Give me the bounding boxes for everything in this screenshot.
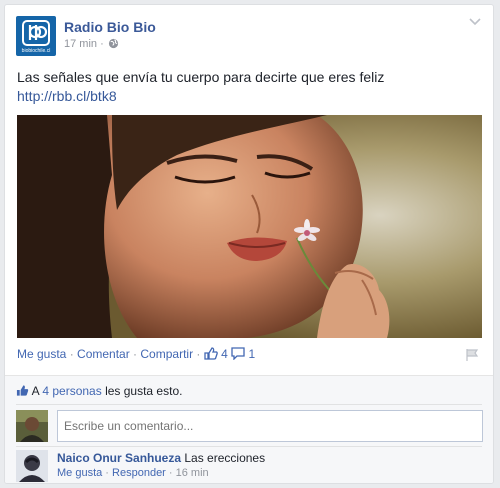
page-avatar[interactable]: biobiochile.cl xyxy=(16,16,56,56)
comment-dot: · xyxy=(165,467,176,479)
post-text: Las señales que envía tu cuerpo para dec… xyxy=(17,68,481,106)
comment-reply-button[interactable]: Responder xyxy=(112,467,166,479)
action-dot: · xyxy=(193,347,204,361)
like-count[interactable]: 4 xyxy=(221,347,228,361)
bio-bio-logo-icon xyxy=(22,20,50,46)
like-button[interactable]: Me gusta xyxy=(17,347,66,361)
divider xyxy=(16,446,482,447)
globe-icon[interactable] xyxy=(108,38,119,52)
commenter-avatar[interactable] xyxy=(16,450,48,482)
thumbs-up-icon xyxy=(16,385,29,396)
likes-prefix: A xyxy=(31,384,43,398)
post-actions: Me gusta · Comentar · Compartir · 4 1 xyxy=(17,347,481,365)
page-name-link[interactable]: Radio Bio Bio xyxy=(64,19,156,35)
post-card: biobiochile.cl Radio Bio Bio 17 min · La… xyxy=(4,4,494,484)
flag-icon[interactable] xyxy=(465,348,479,362)
avatar-caption: biobiochile.cl xyxy=(21,48,51,54)
post-header: biobiochile.cl Radio Bio Bio 17 min · xyxy=(16,16,483,58)
divider xyxy=(16,404,482,405)
comment-bubble-icon xyxy=(231,347,245,363)
post-message: Las señales que envía tu cuerpo para dec… xyxy=(17,69,385,85)
comment-meta: Me gusta · Responder · 16 min xyxy=(57,467,209,479)
action-dot: · xyxy=(129,347,141,361)
post-photo[interactable] xyxy=(17,115,482,338)
comment-dot: · xyxy=(102,467,113,479)
comment-like-button[interactable]: Me gusta xyxy=(57,467,102,479)
thumbs-up-icon xyxy=(204,347,218,363)
comment-body: Naico Onur Sanhueza Las erecciones xyxy=(57,451,265,465)
post-meta: 17 min · xyxy=(64,38,119,52)
comment-count[interactable]: 1 xyxy=(248,347,255,361)
comment-text: Las erecciones xyxy=(184,451,266,465)
comment-input[interactable] xyxy=(57,410,483,442)
likes-suffix: les gusta esto. xyxy=(101,384,183,398)
likers-link[interactable]: 4 personas xyxy=(42,384,101,398)
chevron-down-icon[interactable] xyxy=(469,18,481,26)
feedback-section: A 4 personas les gusta esto. Naico Onur … xyxy=(5,375,493,483)
current-user-avatar[interactable] xyxy=(16,410,48,442)
meta-separator: · xyxy=(97,38,107,50)
comment-author[interactable]: Naico Onur Sanhueza xyxy=(57,451,181,465)
action-dot: · xyxy=(66,347,78,361)
comment-button[interactable]: Comentar xyxy=(77,347,130,361)
post-link[interactable]: http://rbb.cl/btk8 xyxy=(17,87,481,106)
share-button[interactable]: Compartir xyxy=(140,347,193,361)
likes-summary: A 4 personas les gusta esto. xyxy=(16,384,182,398)
comment-time[interactable]: 16 min xyxy=(176,467,209,479)
post-timestamp[interactable]: 17 min xyxy=(64,38,97,50)
